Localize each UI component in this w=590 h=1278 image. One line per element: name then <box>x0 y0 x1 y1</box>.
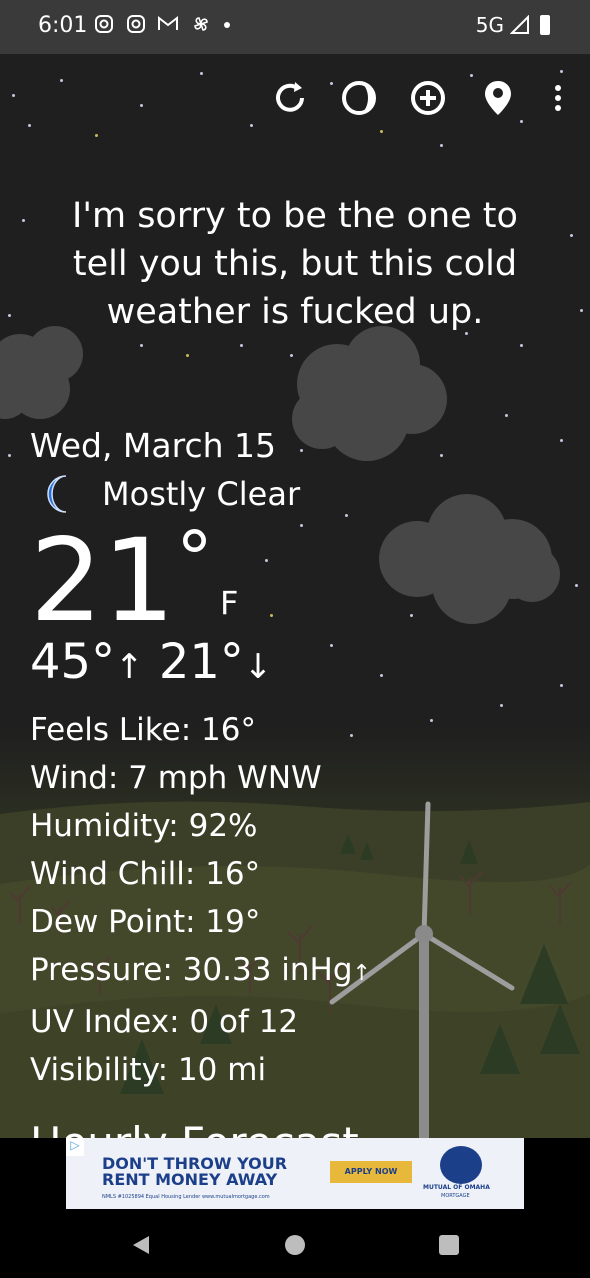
ad-brand-sub: MORTGAGE <box>441 1193 470 1199</box>
add-location-button[interactable] <box>406 76 450 120</box>
recents-icon <box>439 1235 459 1255</box>
temperature-degree: ° <box>176 516 213 602</box>
location-button[interactable] <box>476 76 520 120</box>
humidity: Humidity: 92% <box>30 808 258 844</box>
uv-index: UV Index: 0 of 12 <box>30 1004 299 1040</box>
recents-button[interactable] <box>434 1230 464 1260</box>
weather-app: I'm sorry to be the one to tell you this… <box>0 54 590 1138</box>
moon-phase-button[interactable] <box>337 76 381 120</box>
navigation-bar <box>0 1210 590 1278</box>
back-icon <box>133 1236 149 1254</box>
visibility: Visibility: 10 mi <box>30 1052 267 1088</box>
battery-icon <box>540 15 550 35</box>
cloud-center <box>292 326 447 461</box>
high-arrow: ↑ <box>115 647 144 687</box>
condition-text: Mostly Clear <box>102 475 301 513</box>
condition-row: Mostly Clear <box>38 472 300 516</box>
instagram-icon <box>95 15 113 33</box>
current-temperature: 21 <box>30 514 176 647</box>
notification-icons <box>94 14 231 39</box>
weather-details: Feels Like: 16° Wind: 7 mph WNW Humidity… <box>30 706 371 1094</box>
weather-headline: I'm sorry to be the one to tell you this… <box>72 196 518 332</box>
lion-logo-icon <box>440 1146 482 1184</box>
status-right: 5G <box>476 13 550 37</box>
ad-banner[interactable]: ▷ DON'T THROW YOUR RENT MONEY AWAY NMLS … <box>66 1138 524 1209</box>
pressure: Pressure: 30.33 inHg <box>30 952 353 988</box>
feels-like: Feels Like: 16° <box>30 712 256 748</box>
ad-content: ▷ DON'T THROW YOUR RENT MONEY AWAY NMLS … <box>66 1138 524 1209</box>
high-temp: 45° <box>30 634 116 690</box>
moon-icon <box>47 475 67 513</box>
wind: Wind: 7 mph WNW <box>30 760 322 796</box>
low-temp: 21° <box>158 634 244 690</box>
dot-icon <box>223 22 230 28</box>
high-low: 45°↑ 21°↓ <box>30 634 272 690</box>
ad-brand: MUTUAL OF OMAHA <box>423 1184 490 1191</box>
location-pin-icon <box>485 81 511 115</box>
status-time: 6:01 <box>38 13 88 38</box>
refresh-icon <box>276 82 304 112</box>
ad-fine-print: NMLS #1025894 Equal Housing Lender www.m… <box>102 1194 270 1200</box>
wind-chill: Wind Chill: 16° <box>30 856 261 892</box>
home-icon <box>285 1235 305 1255</box>
pinwheel-icon <box>194 17 209 31</box>
overflow-menu-button[interactable] <box>536 76 580 120</box>
cloud-right <box>379 494 560 624</box>
low-arrow: ↓ <box>243 647 273 687</box>
more-vert-icon <box>555 85 561 111</box>
ad-choices-icon[interactable]: ▷ <box>66 1138 84 1156</box>
ad-headline-2: RENT MONEY AWAY <box>102 1170 278 1189</box>
ad-apply-button[interactable]: APPLY NOW <box>330 1161 412 1183</box>
instagram-icon <box>126 15 145 33</box>
signal-icon <box>510 15 529 34</box>
network-label: 5G <box>475 13 504 37</box>
current-date: Wed, March 15 <box>30 426 277 465</box>
add-icon <box>411 81 445 115</box>
status-bar: 6:01 5G <box>0 0 590 54</box>
hourly-forecast-heading: Hourly Forecast <box>30 1118 359 1138</box>
home-button[interactable] <box>280 1230 310 1260</box>
pressure-row: Pressure: 30.33 inHg↑ <box>30 946 371 998</box>
pressure-arrow: ↑ <box>352 961 371 986</box>
refresh-button[interactable] <box>268 76 312 120</box>
temperature-unit: F <box>220 584 239 622</box>
gmail-icon <box>158 15 179 30</box>
moon-phase-icon <box>342 81 376 115</box>
back-button[interactable] <box>126 1230 156 1260</box>
dew-point: Dew Point: 19° <box>30 904 261 940</box>
